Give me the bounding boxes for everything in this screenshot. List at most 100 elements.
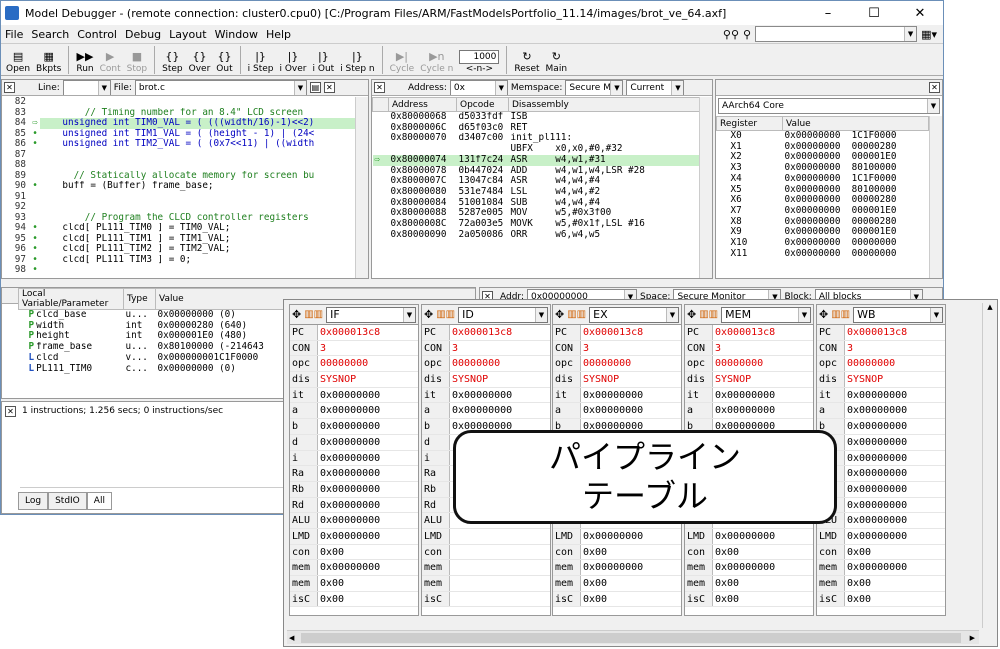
out-button[interactable]: {} Out — [216, 49, 232, 75]
breakpoint-marker[interactable] — [30, 202, 40, 213]
step-button[interactable]: {} Step — [162, 49, 183, 75]
maximize-button[interactable]: ☐ — [851, 6, 897, 21]
register-row[interactable]: X8 0x00000000 00000280 — [717, 217, 929, 228]
disassembly-row[interactable]: 0x8000008C 72a003e5 MOVK w5,#0x1f,LSL #16 — [373, 219, 701, 230]
breakpoint-marker[interactable]: • — [30, 222, 40, 234]
disassembly-scrollbar[interactable] — [699, 97, 712, 278]
stage-select[interactable]: WB ▼ — [853, 306, 943, 323]
breakpoint-marker[interactable] — [30, 97, 40, 108]
menu-control[interactable]: Control — [77, 28, 117, 41]
menu-help[interactable]: Help — [266, 28, 291, 41]
registers-scrollbar[interactable] — [929, 116, 942, 278]
stage-select[interactable]: IF ▼ — [326, 306, 416, 323]
breakpoint-marker[interactable] — [30, 150, 40, 161]
col-type[interactable]: Type — [123, 288, 156, 310]
search-combo[interactable]: ▼ — [755, 26, 918, 42]
over-button[interactable]: {} Over — [189, 49, 211, 75]
core-combo[interactable]: AArch64 Core ▼ — [718, 98, 940, 114]
close-source-pane-icon[interactable]: ✕ — [4, 82, 15, 93]
disassembly-row[interactable]: 0x80000068 d5033fdf ISB — [373, 112, 701, 123]
menu-file[interactable]: File — [5, 28, 23, 41]
cycle-count-input[interactable]: 1000 — [459, 50, 500, 64]
register-row[interactable]: X7 0x00000000 000001E0 — [717, 206, 929, 217]
disassembly-row[interactable]: 0x8000006C d65f03c0 RET — [373, 123, 701, 134]
move-handle-icon[interactable]: ✥ — [555, 308, 564, 321]
pipeline-hscroll[interactable]: ◀ ▶ — [287, 630, 979, 644]
register-row[interactable]: X3 0x00000000 80100000 — [717, 163, 929, 174]
tab-log[interactable]: Log — [18, 492, 49, 510]
cycle-n-button[interactable]: ▶n Cycle n — [420, 49, 453, 75]
i-step-n-button[interactable]: |} i Step n — [340, 49, 374, 75]
breakpoint-marker[interactable]: • — [30, 264, 40, 276]
disassembly-row[interactable]: 0x80000084 51001084 SUB w4,w4,#4 — [373, 198, 701, 209]
view-combo[interactable]: Current ▼ — [626, 80, 685, 95]
breakpoint-marker[interactable]: • — [30, 138, 40, 150]
col-disassembly[interactable]: Disassembly — [508, 97, 701, 112]
source-view-icon[interactable]: ▤ — [309, 82, 321, 93]
register-row[interactable]: X0 0x00000000 1C1F0000 — [717, 131, 929, 142]
disassembly-row[interactable]: 0x80000078 0b447024 ADD w4,w1,w4,LSR #28 — [373, 166, 701, 177]
disassembly-row[interactable]: 0x8000007C 13047c84 ASR w4,w4,#4 — [373, 176, 701, 187]
close-pane-icon[interactable]: ✕ — [323, 82, 335, 93]
disassembly-row[interactable]: 0x80000088 5287e005 MOV w5,#0x3f00 — [373, 208, 701, 219]
bkpts-button[interactable]: ▦ Bkpts — [36, 49, 61, 75]
move-handle-icon[interactable]: ✥ — [687, 308, 696, 321]
disassembly-row[interactable]: 0x80000070 d3407c00 init_pl111: — [373, 133, 701, 144]
i-out-button[interactable]: |} i Out — [313, 49, 335, 75]
source-scrollbar[interactable] — [355, 97, 368, 278]
move-handle-icon[interactable]: ✥ — [424, 308, 433, 321]
register-row[interactable]: X2 0x00000000 000001E0 — [717, 152, 929, 163]
tab-all[interactable]: All — [86, 492, 112, 510]
pipeline-vscroll[interactable]: ▲ — [982, 303, 997, 628]
register-row[interactable]: X6 0x00000000 00000280 — [717, 195, 929, 206]
col-local-variable[interactable]: Local Variable/Parameter — [18, 288, 124, 310]
move-handle-icon[interactable]: ✥ — [292, 308, 301, 321]
i-step-button[interactable]: |} i Step — [248, 49, 274, 75]
menu-window[interactable]: Window — [215, 28, 258, 41]
main-button[interactable]: ↻ Main — [546, 49, 568, 75]
cont-button[interactable]: ▶ Cont — [100, 49, 121, 75]
register-row[interactable]: X1 0x00000000 00000280 — [717, 142, 929, 153]
stage-select[interactable]: ID ▼ — [458, 306, 548, 323]
register-row[interactable]: X9 0x00000000 000001E0 — [717, 227, 929, 238]
run-button[interactable]: ▶▶ Run — [76, 49, 93, 75]
disassembly-row[interactable]: ⇨ 0x80000074 131f7c24 ASR w4,w1,#31 — [372, 154, 701, 166]
register-row[interactable]: X11 0x00000000 00000000 — [717, 249, 929, 260]
col-register[interactable]: Register — [716, 116, 783, 131]
binoculars-icon[interactable]: ⚲⚲ — [723, 28, 739, 41]
cycle-button[interactable]: ▶| Cycle — [390, 49, 415, 75]
breakpoint-marker[interactable]: • — [30, 180, 40, 192]
close-button[interactable]: ✕ — [897, 6, 943, 21]
options-icon[interactable]: ▦▾ — [921, 28, 937, 41]
stage-select[interactable]: MEM ▼ — [721, 306, 811, 323]
file-combo[interactable]: brot.c ▼ — [134, 80, 307, 95]
menu-layout[interactable]: Layout — [169, 28, 206, 41]
disassembly-row[interactable]: 0x80000090 2a050086 ORR w6,w4,w5 — [373, 230, 701, 241]
disassembly-row[interactable]: UBFX x0,x0,#0,#32 — [373, 144, 701, 155]
stage-select[interactable]: EX ▼ — [589, 306, 679, 323]
breakpoint-marker[interactable]: • — [30, 243, 40, 255]
register-row[interactable]: X5 0x00000000 80100000 — [717, 185, 929, 196]
col-value[interactable]: Value — [782, 116, 929, 131]
col-opcode[interactable]: Opcode — [456, 97, 509, 112]
open-button[interactable]: ▤ Open — [6, 49, 30, 75]
reset-button[interactable]: ↻ Reset — [514, 49, 539, 75]
find-icon[interactable]: ⚲ — [743, 28, 751, 41]
breakpoint-marker[interactable] — [30, 160, 40, 171]
close-log-icon[interactable]: ✕ — [5, 406, 16, 417]
stop-button[interactable]: ■ Stop — [127, 49, 147, 75]
breakpoint-marker[interactable] — [30, 192, 40, 203]
register-row[interactable]: X10 0x00000000 00000000 — [717, 238, 929, 249]
close-registers-icon[interactable]: ✕ — [929, 82, 940, 93]
disassembly-row[interactable]: 0x80000080 531e7484 LSL w4,w4,#2 — [373, 187, 701, 198]
menu-search[interactable]: Search — [31, 28, 69, 41]
register-row[interactable]: X4 0x00000000 1C1F0000 — [717, 174, 929, 185]
tab-stdio[interactable]: StdIO — [48, 492, 87, 510]
close-disassembly-icon[interactable]: ✕ — [374, 82, 385, 93]
i-over-button[interactable]: |} i Over — [279, 49, 306, 75]
line-combo[interactable]: ▼ — [62, 80, 111, 95]
current-line-arrow-icon[interactable]: ⇨ — [30, 117, 40, 129]
move-handle-icon[interactable]: ✥ — [819, 308, 828, 321]
address-combo[interactable]: 0x ▼ — [449, 80, 508, 95]
menu-debug[interactable]: Debug — [125, 28, 161, 41]
